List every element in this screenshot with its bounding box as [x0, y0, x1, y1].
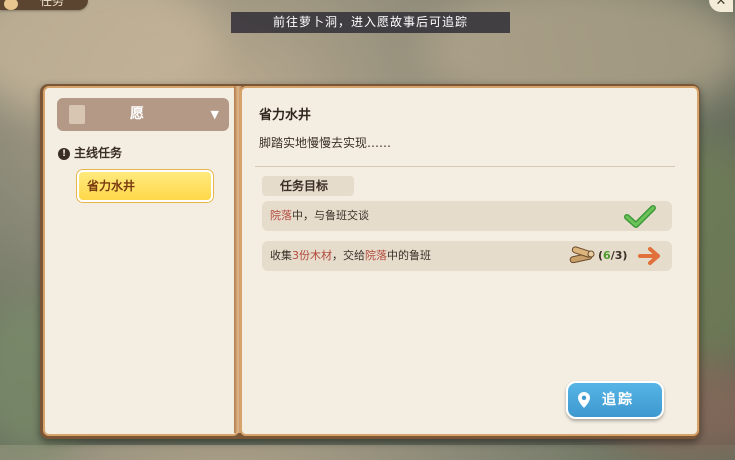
objective-row[interactable]: 收集3份木材，交给院落中的鲁班 (6/3) — [262, 241, 672, 271]
objective-text-prefix: 收集 — [270, 249, 292, 262]
section-title: ! 主线任务 — [58, 144, 122, 161]
quest-description: 脚踏实地慢慢去实现…… — [259, 136, 392, 150]
objectives-header: 任务目标 — [262, 176, 354, 196]
progress-current: 6 — [603, 249, 611, 262]
objectives-header-label: 任务目标 — [280, 179, 329, 193]
quest-list-item[interactable]: 省力水井 — [77, 170, 213, 202]
objective-text: 收集3份木材，交给院落中的鲁班 — [270, 241, 431, 271]
progress-total: /3) — [610, 249, 628, 262]
arrow-right-icon[interactable] — [638, 246, 662, 266]
objective-text-rest: 中，与鲁班交谈 — [292, 209, 369, 222]
objective-row: 院落中，与鲁班交谈 — [262, 201, 672, 231]
check-icon — [624, 205, 656, 228]
quest-title: 省力水井 — [259, 108, 312, 123]
objective-place: 院落 — [270, 209, 292, 222]
objective-text-mid: ，交给 — [332, 249, 365, 262]
quest-tab[interactable]: 任务 — [0, 0, 88, 10]
section-title-label: 主线任务 — [74, 146, 123, 160]
quest-tab-label: 任务 — [40, 0, 65, 8]
category-dropdown[interactable]: 愿 ▼ — [57, 98, 229, 131]
divider — [255, 166, 675, 167]
objective-text: 院落中，与鲁班交谈 — [270, 201, 369, 231]
location-pin-icon — [578, 392, 590, 408]
category-dropdown-label: 愿 — [130, 106, 144, 122]
track-button[interactable]: 追踪 — [566, 381, 664, 419]
cat-icon — [4, 0, 18, 10]
objective-text-rest: 中的鲁班 — [387, 249, 431, 262]
left-page — [43, 86, 239, 436]
objective-count: 3份木材 — [292, 249, 332, 262]
track-button-label: 追踪 — [602, 392, 634, 408]
quest-list-item-label: 省力水井 — [87, 179, 136, 193]
chevron-down-icon: ▼ — [210, 108, 219, 121]
close-icon: ✕ — [715, 0, 727, 9]
objective-progress: (6/3) — [598, 249, 628, 262]
objective-place: 院落 — [365, 249, 387, 262]
hint-banner: 前往萝卜洞，进入愿故事后可追踪 — [231, 12, 510, 33]
warning-icon: ! — [58, 148, 70, 160]
wood-icon — [569, 246, 595, 264]
